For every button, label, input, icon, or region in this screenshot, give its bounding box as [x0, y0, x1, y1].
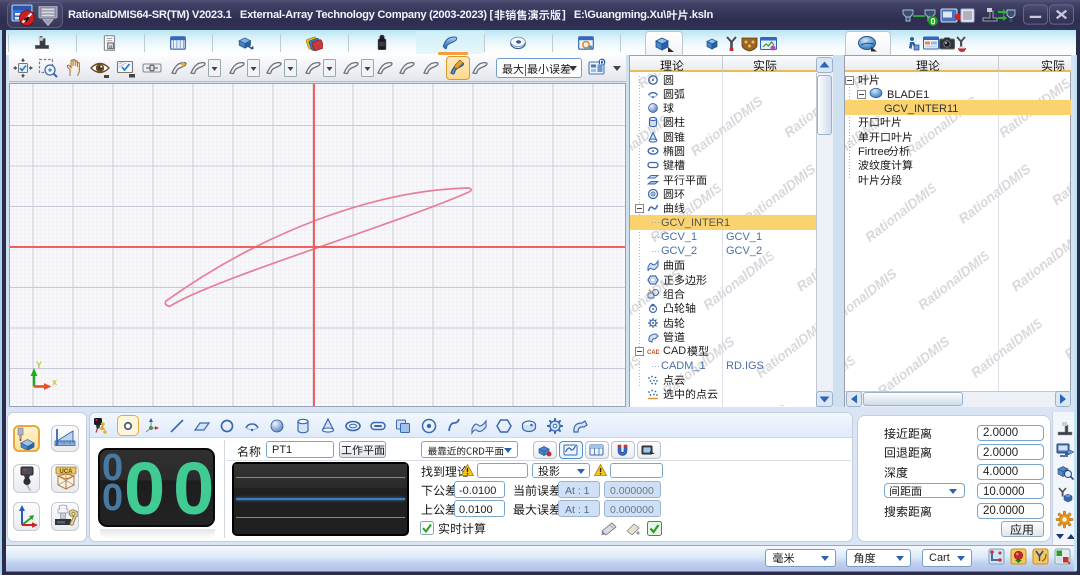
svg-text:D: D — [600, 59, 605, 66]
svg-text:a: a — [109, 44, 112, 50]
svg-text:0: 0 — [930, 17, 935, 27]
svg-text:CAD: CAD — [647, 350, 659, 356]
svg-text:Y: Y — [36, 360, 42, 370]
svg-text:x: x — [52, 377, 57, 387]
